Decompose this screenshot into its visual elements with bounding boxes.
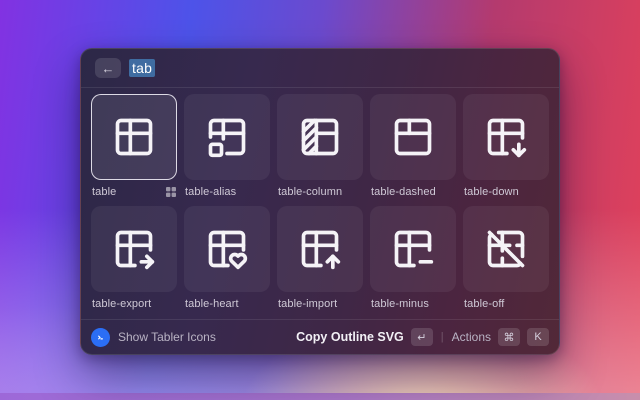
- icon-label: table-dashed: [371, 186, 436, 198]
- icon-label-row: table-column: [277, 185, 363, 198]
- table-heart-icon[interactable]: [184, 206, 270, 292]
- icon-label: table-import: [278, 298, 337, 310]
- table-down-icon[interactable]: [463, 94, 549, 180]
- raycast-window: ← tab table table-alias table-column table-…: [80, 48, 560, 355]
- icon-label-row: table-heart: [184, 297, 270, 310]
- icon-label: table: [92, 186, 116, 198]
- icon-cell-table-heart[interactable]: table-heart: [184, 206, 270, 310]
- icon-cell-table-alias[interactable]: table-alias: [184, 94, 270, 198]
- icon-label-row: table-alias: [184, 185, 270, 198]
- icon-cell-table-export[interactable]: table-export: [91, 206, 177, 310]
- icon-cell-table-down[interactable]: table-down: [463, 94, 549, 198]
- icon-label-row: table: [91, 185, 177, 198]
- table-dashed-icon[interactable]: [370, 94, 456, 180]
- icon-label: table-minus: [371, 298, 429, 310]
- table-minus-icon[interactable]: [370, 206, 456, 292]
- table-export-icon[interactable]: [91, 206, 177, 292]
- k-key-badge: K: [527, 328, 549, 346]
- back-button[interactable]: ←: [95, 58, 121, 78]
- icon-label-row: table-dashed: [370, 185, 456, 198]
- icon-label-row: table-export: [91, 297, 177, 310]
- icon-grid: table table-alias table-column table-dashed…: [81, 88, 559, 319]
- icon-label: table-heart: [185, 298, 239, 310]
- search-bar: ← tab: [81, 49, 559, 88]
- icon-label-row: table-import: [277, 297, 363, 310]
- tabler-logo-icon: [91, 328, 110, 347]
- search-input[interactable]: tab: [129, 59, 155, 77]
- icon-label-row: table-minus: [370, 297, 456, 310]
- icon-cell-table-off[interactable]: table-off: [463, 206, 549, 310]
- cmd-key-badge: ⌘: [498, 328, 520, 346]
- app-label: Show Tabler Icons: [118, 330, 216, 344]
- back-arrow-icon: ←: [102, 62, 115, 75]
- icon-label-row: table-down: [463, 185, 549, 198]
- icon-cell-table-column[interactable]: table-column: [277, 94, 363, 198]
- icon-cell-table-import[interactable]: table-import: [277, 206, 363, 310]
- icon-label: table-off: [464, 298, 504, 310]
- footer-divider: |: [440, 331, 445, 343]
- footer-actions: Copy Outline SVG ↵ | Actions ⌘ K: [296, 328, 549, 346]
- return-key-badge: ↵: [411, 328, 433, 346]
- table-off-icon[interactable]: [463, 206, 549, 292]
- icon-label: table-column: [278, 186, 342, 198]
- icon-cell-table-minus[interactable]: table-minus: [370, 206, 456, 310]
- table-icon[interactable]: [91, 94, 177, 180]
- table-column-icon[interactable]: [277, 94, 363, 180]
- desktop-bottom-strip: [0, 393, 640, 400]
- icon-label: table-down: [464, 186, 519, 198]
- icon-cell-table-dashed[interactable]: table-dashed: [370, 94, 456, 198]
- icon-label: table-alias: [185, 186, 236, 198]
- footer-bar: Show Tabler Icons Copy Outline SVG ↵ | A…: [81, 319, 559, 354]
- grid-view-badge-icon: [166, 187, 176, 197]
- actions-button[interactable]: Actions: [452, 330, 491, 344]
- icon-label: table-export: [92, 298, 151, 310]
- icon-label-row: table-off: [463, 297, 549, 310]
- icon-cell-table[interactable]: table: [91, 94, 177, 198]
- primary-action-button[interactable]: Copy Outline SVG: [296, 330, 404, 344]
- table-import-icon[interactable]: [277, 206, 363, 292]
- table-alias-icon[interactable]: [184, 94, 270, 180]
